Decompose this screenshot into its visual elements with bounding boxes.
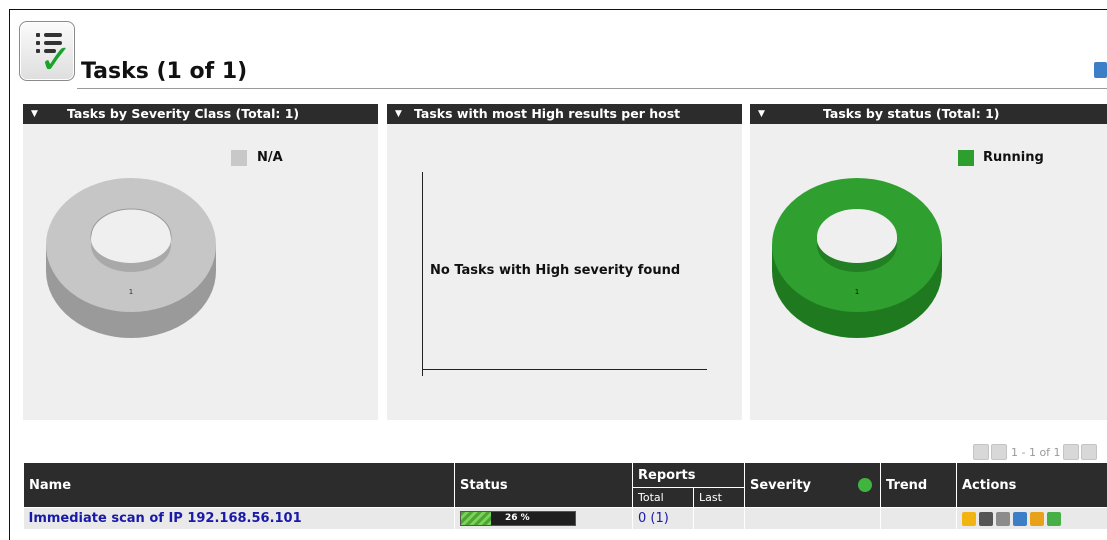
table-row: Immediate scan of IP 192.168.56.101 26 %…	[24, 508, 1107, 530]
trend-cell	[881, 508, 957, 530]
panel-header: ▼ Tasks with most High results per host	[387, 104, 742, 124]
column-header-actions: Actions	[957, 463, 1107, 508]
first-page-icon[interactable]	[973, 444, 989, 460]
collapse-toggle-icon[interactable]: ▼	[31, 104, 38, 124]
panel-header: ▼ Tasks by status (Total: 1)	[750, 104, 1107, 124]
y-axis	[422, 172, 423, 376]
slice-value-label: 1	[129, 288, 133, 296]
high-results-panel: ▼ Tasks with most High results per host …	[387, 104, 742, 420]
severity-cell	[745, 508, 881, 530]
column-header-severity[interactable]: Severity	[745, 463, 881, 508]
title-divider	[77, 88, 1107, 89]
refresh-icon[interactable]	[858, 478, 872, 492]
severity-donut: 1	[23, 124, 378, 420]
previous-page-icon[interactable]	[991, 444, 1007, 460]
trash-icon[interactable]	[996, 512, 1010, 526]
column-header-name[interactable]: Name	[24, 463, 455, 508]
progress-fill	[461, 512, 491, 525]
column-header-status[interactable]: Status	[455, 463, 633, 508]
column-header-reports-last[interactable]: Last	[694, 488, 745, 508]
pagination: 1 - 1 of 1	[973, 444, 1099, 460]
pagination-text: 1 - 1 of 1	[1011, 446, 1061, 459]
collapse-toggle-icon[interactable]: ▼	[758, 104, 765, 124]
task-checklist-icon: ✓	[19, 21, 75, 81]
column-header-reports-total[interactable]: Total	[633, 488, 694, 508]
x-axis	[422, 369, 707, 370]
progress-bar: 26 %	[460, 511, 576, 526]
panel-title: Tasks with most High results per host	[414, 104, 680, 124]
next-page-icon[interactable]	[1063, 444, 1079, 460]
stop-icon[interactable]	[962, 512, 976, 526]
empty-message: No Tasks with High severity found	[430, 263, 680, 278]
reports-last-cell	[694, 508, 745, 530]
page-title: Tasks (1 of 1)	[81, 59, 247, 84]
tasks-table: Name Status Reports Severity Trend Actio…	[23, 462, 1107, 529]
progress-label: 26 %	[505, 512, 530, 525]
last-page-icon[interactable]	[1081, 444, 1097, 460]
panel-title: Tasks by status (Total: 1)	[823, 104, 999, 124]
reports-total-link[interactable]: 0 (1)	[638, 511, 669, 526]
column-header-trend: Trend	[881, 463, 957, 508]
clone-icon[interactable]	[1030, 512, 1044, 526]
collapse-toggle-icon[interactable]: ▼	[395, 104, 402, 124]
resume-icon[interactable]	[979, 512, 993, 526]
task-name-link[interactable]: Immediate scan of IP 192.168.56.101	[29, 511, 302, 526]
severity-chart-panel: ▼ Tasks by Severity Class (Total: 1) N/A…	[23, 104, 378, 420]
panel-header: ▼ Tasks by Severity Class (Total: 1)	[23, 104, 378, 124]
actions-cell	[957, 508, 1107, 530]
status-chart-panel: ▼ Tasks by status (Total: 1) Running 1	[750, 104, 1107, 420]
status-donut: 1	[750, 124, 1107, 420]
panel-title: Tasks by Severity Class (Total: 1)	[67, 104, 299, 124]
column-header-reports: Reports	[633, 463, 745, 488]
export-icon[interactable]	[1047, 512, 1061, 526]
slice-value-label: 1	[855, 288, 859, 296]
edit-icon[interactable]	[1013, 512, 1027, 526]
edit-icon[interactable]	[1094, 62, 1107, 78]
